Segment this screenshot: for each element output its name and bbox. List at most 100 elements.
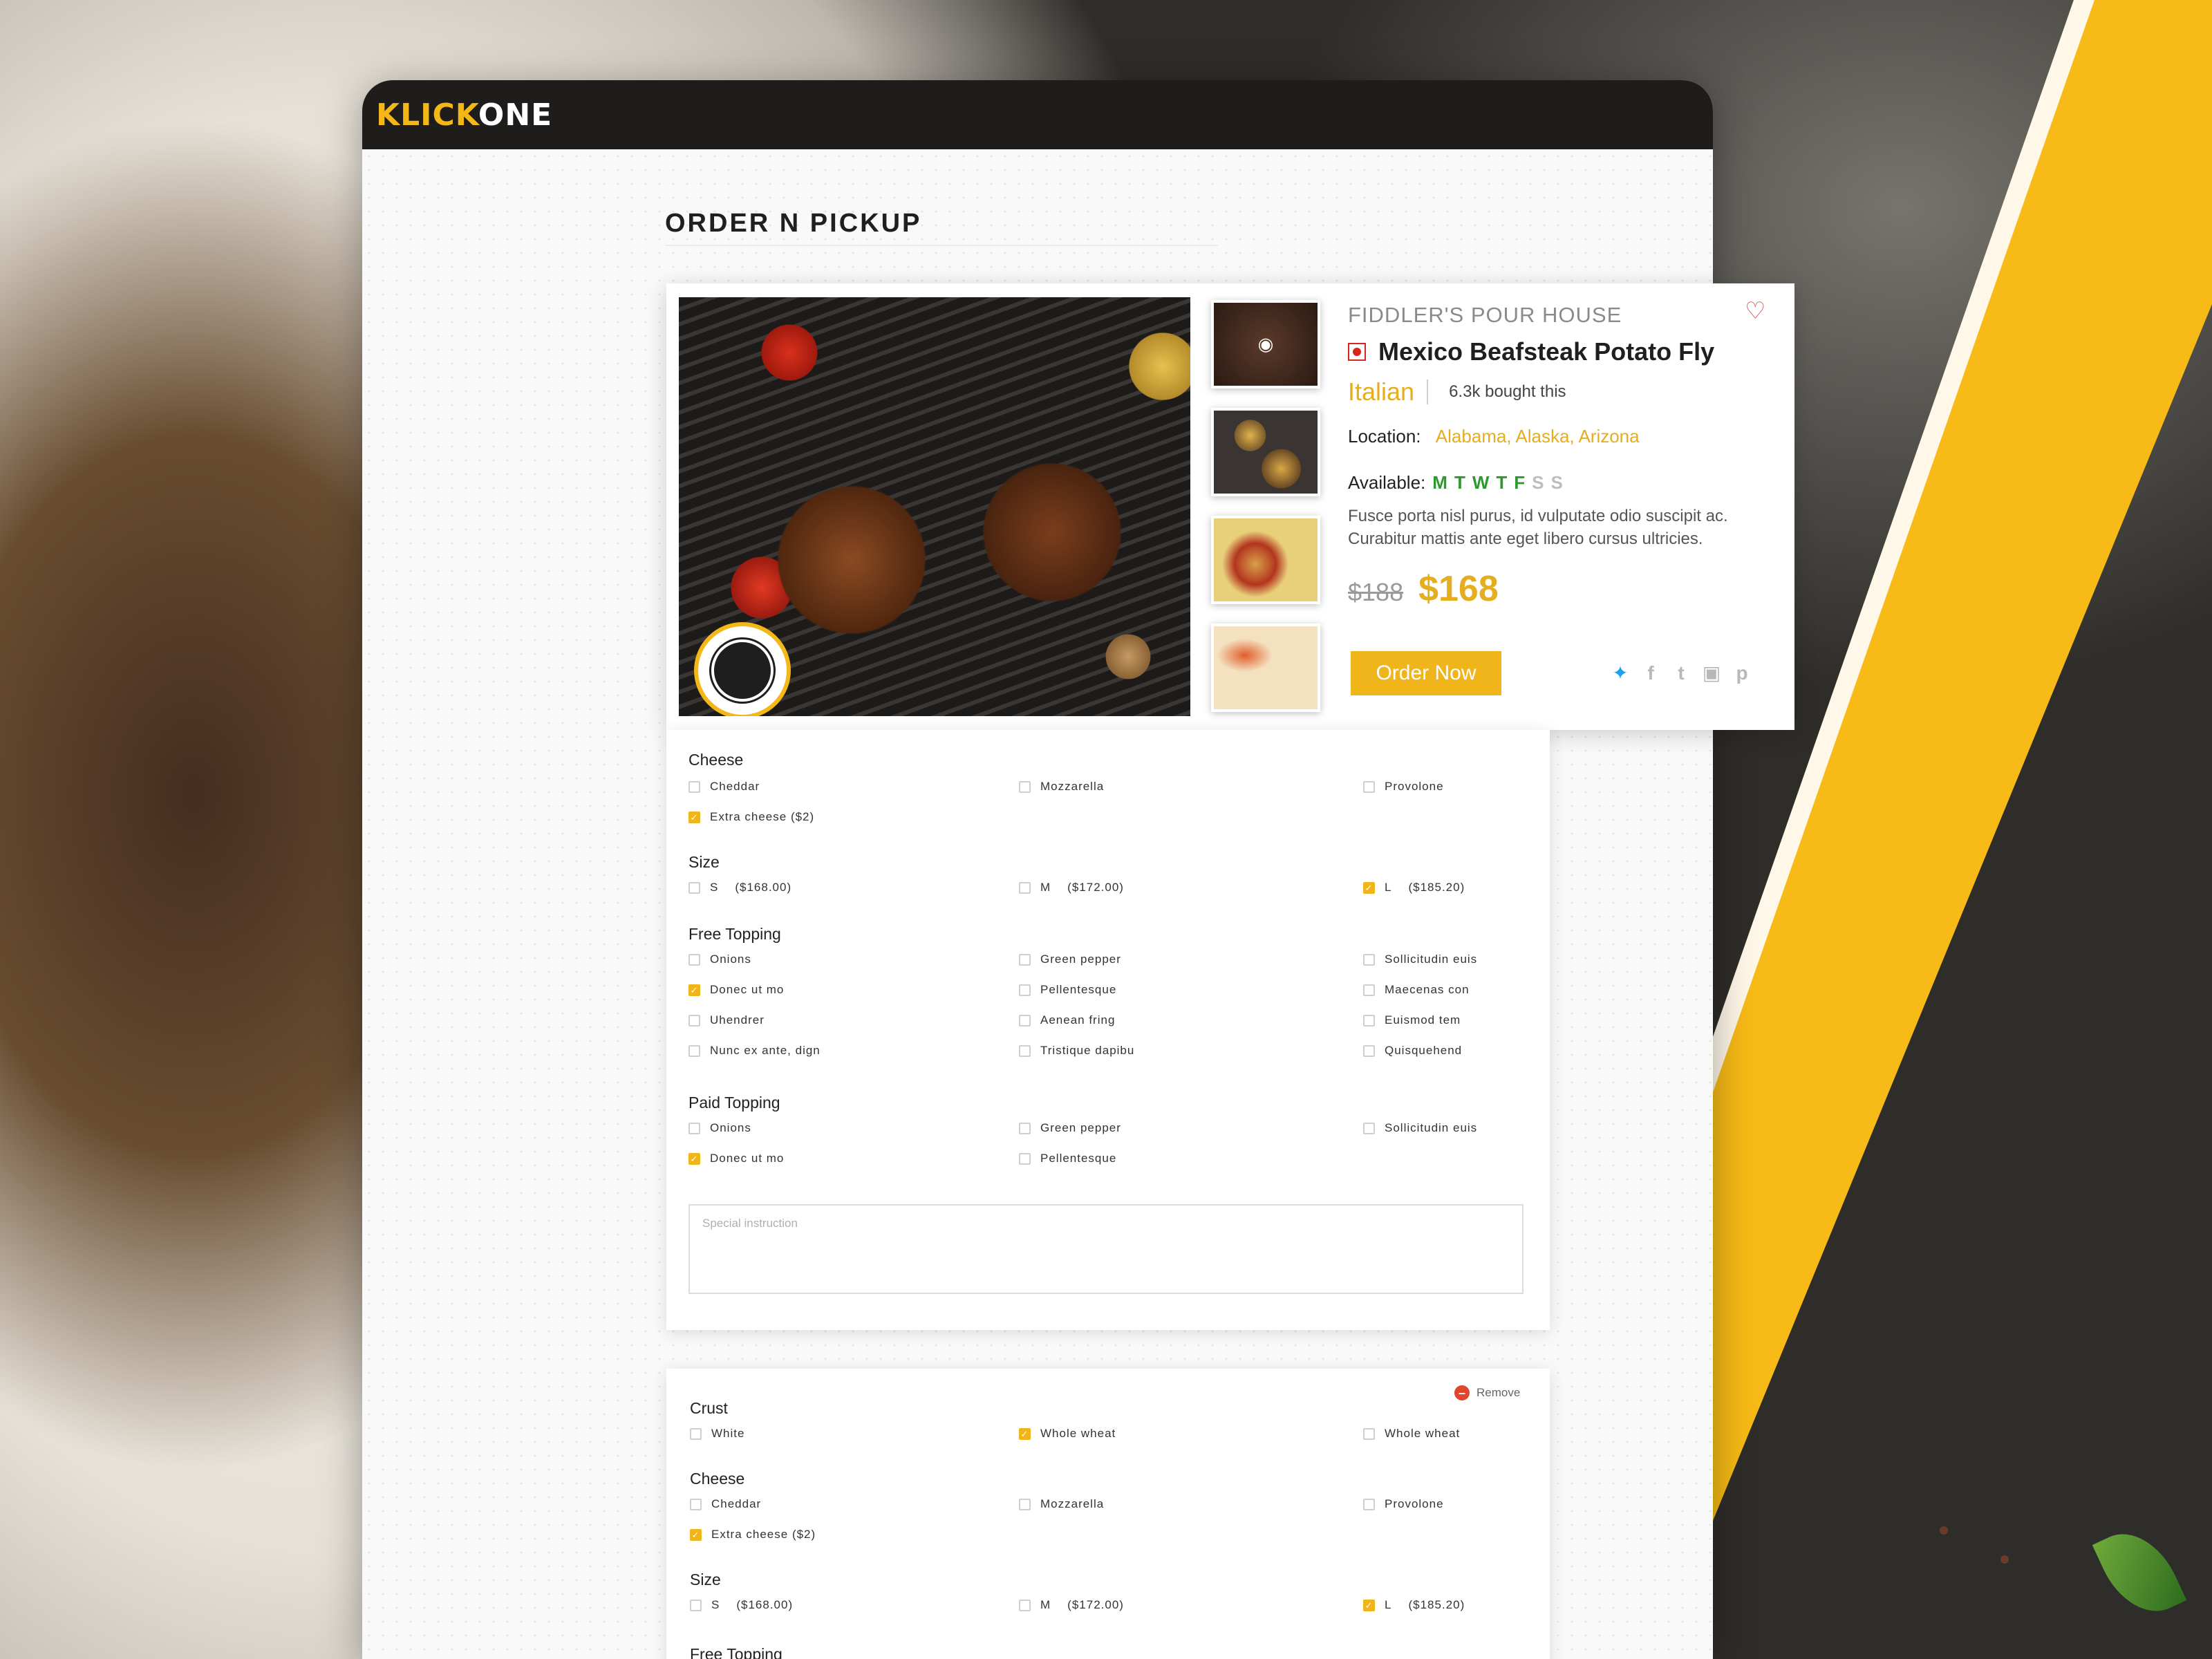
checkbox[interactable] bbox=[1019, 984, 1031, 996]
checkbox[interactable] bbox=[1019, 780, 1031, 793]
checkbox[interactable] bbox=[688, 1044, 700, 1057]
checkbox[interactable] bbox=[688, 953, 700, 966]
option-maecenas[interactable]: Maecenas con bbox=[1363, 983, 1470, 997]
option-label: M bbox=[1040, 881, 1051, 894]
option-label: Mozzarella bbox=[1040, 1497, 1105, 1510]
checkbox[interactable] bbox=[1363, 1498, 1375, 1510]
checkbox[interactable] bbox=[690, 1427, 702, 1440]
special-instruction-input[interactable] bbox=[688, 1204, 1524, 1294]
option-size-l[interactable]: ✓ L ($185.20) bbox=[1363, 1598, 1465, 1612]
option-label: Extra cheese ($2) bbox=[711, 1528, 816, 1541]
option-aenean[interactable]: Aenean fring bbox=[1019, 1013, 1115, 1027]
checkbox[interactable] bbox=[1363, 984, 1375, 996]
checkbox[interactable] bbox=[688, 780, 700, 793]
checkbox[interactable] bbox=[1363, 1014, 1375, 1027]
dish-name: Mexico Beafsteak Potato Fly bbox=[1378, 337, 1715, 366]
option-sollicitudin[interactable]: Sollicitudin euis bbox=[1363, 953, 1477, 966]
checkbox[interactable] bbox=[1019, 1152, 1031, 1165]
option-paid-sollicitudin[interactable]: Sollicitudin euis bbox=[1363, 1121, 1477, 1135]
option-label: S bbox=[710, 881, 719, 894]
option-nunc[interactable]: Nunc ex ante, dign bbox=[688, 1044, 821, 1058]
thumbnail-2[interactable] bbox=[1211, 408, 1320, 496]
checkbox[interactable] bbox=[688, 1122, 700, 1134]
order-now-button[interactable]: Order Now bbox=[1351, 651, 1501, 695]
option-mozzarella[interactable]: Mozzarella bbox=[1019, 780, 1104, 794]
option-provolone[interactable]: Provolone bbox=[1363, 1497, 1444, 1511]
option-onions[interactable]: Onions bbox=[688, 953, 751, 966]
restaurant-badge-logo bbox=[694, 622, 791, 716]
option-paid-donec[interactable]: ✓ Donec ut mo bbox=[688, 1152, 784, 1165]
thumbnail-1[interactable]: ◉ bbox=[1211, 300, 1320, 388]
option-euismod[interactable]: Euismod tem bbox=[1363, 1013, 1461, 1027]
checkbox-checked[interactable]: ✓ bbox=[1019, 1427, 1031, 1440]
minus-icon: – bbox=[1454, 1385, 1470, 1400]
option-paid-green-pepper[interactable]: Green pepper bbox=[1019, 1121, 1121, 1135]
tumblr-icon[interactable]: t bbox=[1671, 662, 1691, 684]
day-5: S bbox=[1532, 472, 1544, 493]
checkbox[interactable] bbox=[1363, 1044, 1375, 1057]
checkbox[interactable] bbox=[1019, 1122, 1031, 1134]
available-label: Available: bbox=[1348, 472, 1426, 493]
instagram-icon[interactable]: ▣ bbox=[1702, 662, 1721, 684]
option-crust-white[interactable]: White bbox=[690, 1427, 744, 1441]
checkbox[interactable] bbox=[1363, 953, 1375, 966]
twitter-icon[interactable]: ✦ bbox=[1611, 662, 1630, 684]
option-quisquehend[interactable]: Quisquehend bbox=[1363, 1044, 1462, 1058]
option-price: ($168.00) bbox=[736, 1598, 794, 1611]
option-size-s[interactable]: S ($168.00) bbox=[690, 1598, 793, 1612]
option-cheddar[interactable]: Cheddar bbox=[690, 1497, 761, 1511]
option-pellentesque[interactable]: Pellentesque bbox=[1019, 983, 1116, 997]
day-4: F bbox=[1514, 472, 1526, 493]
option-provolone[interactable]: Provolone bbox=[1363, 780, 1444, 794]
option-label: Whole wheat bbox=[1040, 1427, 1116, 1440]
option-size-m[interactable]: M ($172.00) bbox=[1019, 881, 1124, 894]
option-green-pepper[interactable]: Green pepper bbox=[1019, 953, 1121, 966]
checkbox-checked[interactable]: ✓ bbox=[1363, 1599, 1375, 1611]
option-uhendrer[interactable]: Uhendrer bbox=[688, 1013, 765, 1027]
checkbox[interactable] bbox=[1019, 1014, 1031, 1027]
checkbox[interactable] bbox=[1019, 1498, 1031, 1510]
option-paid-pellentesque[interactable]: Pellentesque bbox=[1019, 1152, 1116, 1165]
old-price: $188 bbox=[1348, 578, 1404, 606]
checkbox[interactable] bbox=[690, 1498, 702, 1510]
checkbox[interactable] bbox=[1363, 780, 1375, 793]
checkbox-checked[interactable]: ✓ bbox=[690, 1528, 702, 1541]
option-mozzarella[interactable]: Mozzarella bbox=[1019, 1497, 1104, 1511]
checkbox[interactable] bbox=[1019, 881, 1031, 894]
facebook-icon[interactable]: f bbox=[1641, 662, 1660, 684]
option-crust-whole-wheat[interactable]: ✓ Whole wheat bbox=[1019, 1427, 1116, 1441]
checkbox[interactable] bbox=[688, 881, 700, 894]
option-label: Aenean fring bbox=[1040, 1013, 1116, 1027]
remove-button[interactable]: – Remove bbox=[1454, 1385, 1520, 1400]
pinterest-icon[interactable]: p bbox=[1732, 662, 1752, 684]
option-extra-cheese[interactable]: ✓ Extra cheese ($2) bbox=[690, 1528, 816, 1541]
option-size-l[interactable]: ✓ L ($185.20) bbox=[1363, 881, 1465, 894]
checkbox[interactable] bbox=[688, 1014, 700, 1027]
option-tristique[interactable]: Tristique dapibu bbox=[1019, 1044, 1134, 1058]
option-paid-onions[interactable]: Onions bbox=[688, 1121, 751, 1135]
thumbnail-3[interactable] bbox=[1211, 516, 1320, 604]
checkbox[interactable] bbox=[1363, 1122, 1375, 1134]
option-size-m[interactable]: M ($172.00) bbox=[1019, 1598, 1124, 1612]
checkbox-checked[interactable]: ✓ bbox=[688, 984, 700, 996]
checkbox-checked[interactable]: ✓ bbox=[688, 811, 700, 823]
option-price: ($185.20) bbox=[1408, 1598, 1465, 1611]
option-cheddar[interactable]: Cheddar bbox=[688, 780, 760, 794]
option-price: ($172.00) bbox=[1067, 881, 1124, 894]
option-crust-whole-wheat-2[interactable]: Whole wheat bbox=[1363, 1427, 1460, 1441]
checkbox[interactable] bbox=[690, 1599, 702, 1611]
checkbox[interactable] bbox=[1019, 1599, 1031, 1611]
thumbnail-4[interactable] bbox=[1211, 624, 1320, 712]
checkbox-checked[interactable]: ✓ bbox=[1363, 881, 1375, 894]
checkbox[interactable] bbox=[1019, 953, 1031, 966]
checkbox[interactable] bbox=[1363, 1427, 1375, 1440]
option-extra-cheese[interactable]: ✓ Extra cheese ($2) bbox=[688, 810, 814, 824]
option-donec[interactable]: ✓ Donec ut mo bbox=[688, 983, 784, 997]
checkbox[interactable] bbox=[1019, 1044, 1031, 1057]
option-price: ($185.20) bbox=[1408, 881, 1465, 894]
main-food-photo[interactable] bbox=[679, 297, 1190, 716]
option-label: Whole wheat bbox=[1385, 1427, 1461, 1440]
option-size-s[interactable]: S ($168.00) bbox=[688, 881, 791, 894]
klickone-logo[interactable]: KLICKONE bbox=[376, 97, 552, 133]
checkbox-checked[interactable]: ✓ bbox=[688, 1152, 700, 1165]
